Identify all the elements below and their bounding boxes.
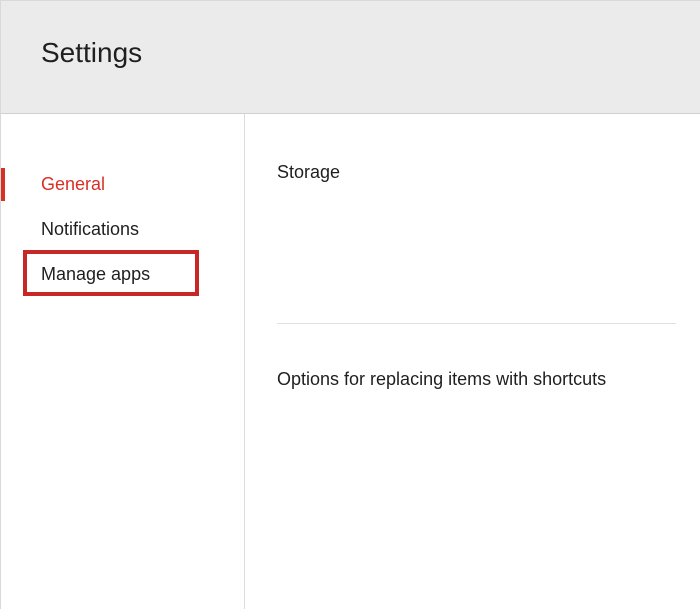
settings-content: Storage Options for replacing items with… xyxy=(245,114,700,609)
section-divider xyxy=(277,323,676,324)
sidebar-item-notifications[interactable]: Notifications xyxy=(1,207,244,252)
sidebar-item-general[interactable]: General xyxy=(1,162,244,207)
sidebar-item-manage-apps[interactable]: Manage apps xyxy=(1,252,244,297)
dialog-body: General Notifications Manage apps Storag… xyxy=(1,114,700,609)
section-heading-shortcuts: Options for replacing items with shortcu… xyxy=(277,366,637,393)
dialog-header: Settings xyxy=(1,1,700,114)
section-heading-storage: Storage xyxy=(277,162,676,183)
settings-sidebar: General Notifications Manage apps xyxy=(1,114,245,609)
page-title: Settings xyxy=(41,37,700,69)
settings-dialog: Settings General Notifications Manage ap… xyxy=(0,0,700,609)
